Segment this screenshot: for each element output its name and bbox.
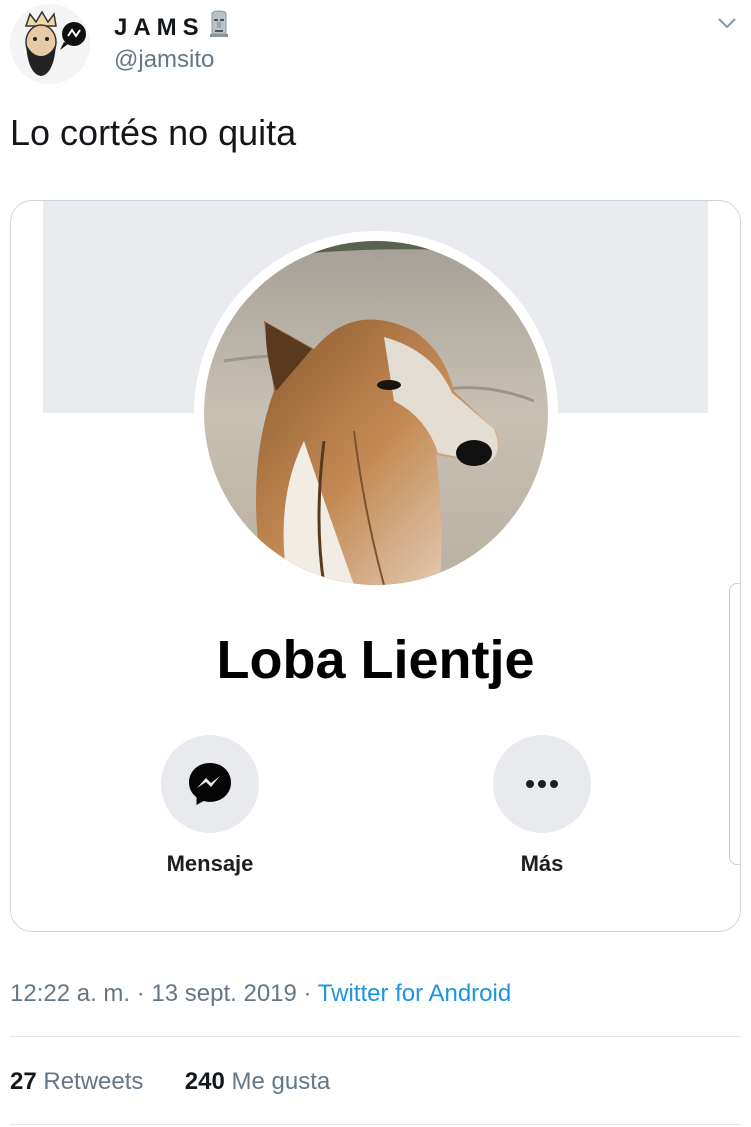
- tweet-stats: 27 Retweets 240 Me gusta: [10, 1068, 330, 1096]
- likes-label: Me gusta: [231, 1068, 331, 1095]
- author-name-text: JAMS: [114, 13, 205, 41]
- profile-name: Loba Lientje: [216, 630, 535, 690]
- retweets-stat[interactable]: 27 Retweets: [10, 1068, 150, 1095]
- author-avatar[interactable]: [10, 4, 90, 84]
- tweet-image[interactable]: Loba Lientje Mensaje Más: [10, 200, 741, 932]
- meta-separator: ·: [303, 980, 312, 1007]
- more-dots-icon: [526, 780, 558, 788]
- more-button[interactable]: [493, 735, 591, 833]
- meta-separator: ·: [136, 980, 145, 1007]
- scrollbar-thumb: [729, 583, 740, 865]
- divider: [10, 1124, 741, 1125]
- bearded-man-avatar-icon: [10, 4, 90, 84]
- messenger-icon: [189, 763, 231, 805]
- chevron-down-icon: [718, 18, 736, 29]
- message-label: Mensaje: [166, 851, 254, 876]
- retweets-label: Retweets: [43, 1068, 144, 1095]
- moai-icon: [207, 10, 231, 45]
- author-display-name[interactable]: JAMS: [114, 10, 231, 45]
- tweet-date[interactable]: 13 sept. 2019: [151, 980, 296, 1007]
- tweet-time[interactable]: 12:22 a. m.: [10, 980, 130, 1007]
- more-label: Más: [520, 851, 564, 876]
- profile-photo: [194, 231, 558, 595]
- dog-photo-icon: [204, 241, 548, 585]
- tweet-source-link[interactable]: Twitter for Android: [318, 980, 511, 1007]
- tweet-text: Lo cortés no quita: [10, 112, 297, 153]
- tweet-menu-button[interactable]: [712, 8, 742, 38]
- author-handle[interactable]: @jamsito: [114, 46, 214, 74]
- divider: [10, 1036, 741, 1037]
- likes-count: 240: [184, 1068, 225, 1095]
- message-button[interactable]: [161, 735, 259, 833]
- retweets-count: 27: [10, 1068, 37, 1095]
- likes-stat[interactable]: 240 Me gusta: [185, 1068, 330, 1095]
- tweet-meta: 12:22 a. m. · 13 sept. 2019 · Twitter fo…: [10, 980, 511, 1008]
